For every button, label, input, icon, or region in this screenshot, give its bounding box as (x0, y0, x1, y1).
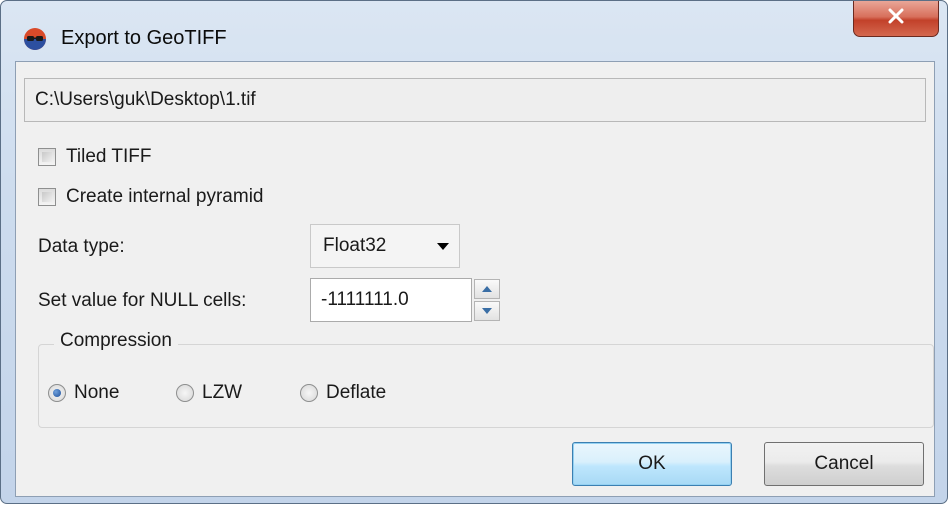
data-type-label: Data type: (38, 236, 125, 257)
internal-pyramid-checkbox[interactable] (38, 188, 56, 206)
tiled-tiff-checkbox[interactable] (38, 148, 56, 166)
app-icon (23, 27, 47, 51)
arrow-up-icon (482, 286, 492, 292)
internal-pyramid-label: Create internal pyramid (66, 186, 264, 207)
arrow-down-icon (482, 308, 492, 314)
compression-option-lzw[interactable]: LZW (176, 382, 242, 404)
cancel-button[interactable]: Cancel (764, 442, 924, 486)
radio-lzw-label: LZW (202, 382, 243, 403)
internal-pyramid-option[interactable]: Create internal pyramid (38, 186, 263, 208)
null-value-input[interactable]: -1111111.0 (310, 278, 472, 322)
tiled-tiff-label: Tiled TIFF (66, 146, 152, 167)
close-icon (887, 8, 905, 30)
dialog-content: C:\Users\guk\Desktop\1.tif Tiled TIFF Cr… (15, 61, 935, 497)
tiled-tiff-option[interactable]: Tiled TIFF (38, 146, 152, 168)
chevron-down-icon (437, 243, 449, 250)
null-value-label: Set value for NULL cells: (38, 290, 247, 311)
data-type-value: Float32 (323, 235, 387, 256)
title-bar[interactable]: Export to GeoTIFF (1, 1, 947, 61)
spin-down-button[interactable] (474, 301, 500, 321)
export-dialog-window: Export to GeoTIFF C:\Users\guk\Desktop\1… (0, 0, 948, 504)
radio-none[interactable] (48, 384, 66, 402)
data-type-select[interactable]: Float32 (310, 224, 460, 268)
compression-group (38, 344, 934, 428)
radio-none-label: None (74, 382, 120, 403)
radio-deflate[interactable] (300, 384, 318, 402)
null-value-stepper (474, 279, 500, 321)
close-button[interactable] (853, 1, 939, 37)
compression-option-deflate[interactable]: Deflate (300, 382, 386, 404)
ok-button[interactable]: OK (572, 442, 732, 486)
radio-deflate-label: Deflate (326, 382, 387, 403)
compression-group-title: Compression (54, 330, 178, 352)
radio-lzw[interactable] (176, 384, 194, 402)
file-path-field[interactable]: C:\Users\guk\Desktop\1.tif (24, 78, 926, 122)
spin-up-button[interactable] (474, 279, 500, 299)
compression-option-none[interactable]: None (48, 382, 119, 404)
window-title: Export to GeoTIFF (61, 27, 227, 49)
